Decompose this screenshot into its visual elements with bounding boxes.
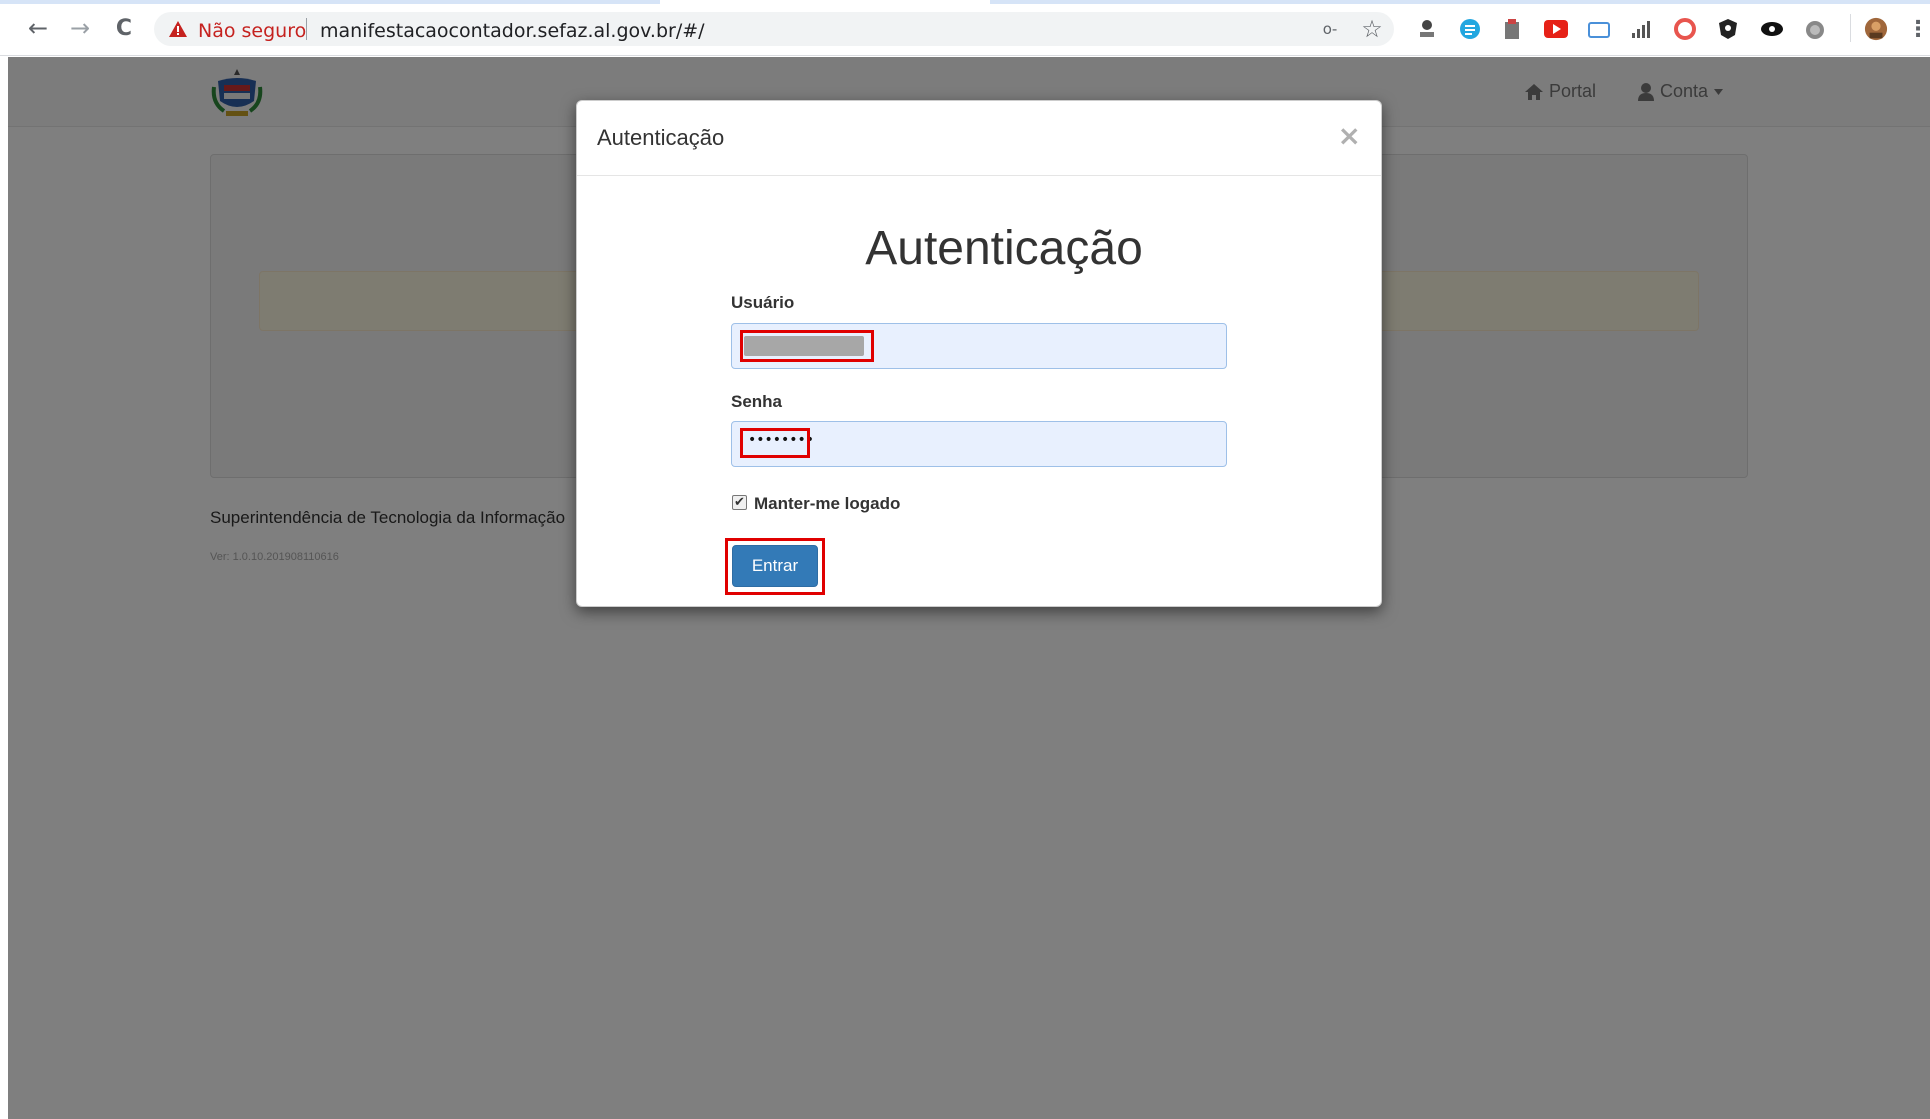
close-icon[interactable]: × xyxy=(1338,119,1361,152)
login-heading: Autenticação xyxy=(865,222,1143,275)
remember-me-checkbox[interactable]: ✔ xyxy=(732,495,747,510)
extension-lifebuoy-icon[interactable] xyxy=(1673,17,1697,41)
username-highlight xyxy=(740,330,874,362)
back-icon[interactable]: ← xyxy=(24,14,52,42)
bookmark-star-icon[interactable]: ☆ xyxy=(1360,15,1384,43)
browser-menu-icon[interactable]: ⋮ xyxy=(1906,17,1930,42)
modal-header: Autenticação × xyxy=(577,101,1381,176)
extension-blue-circle-icon[interactable] xyxy=(1458,17,1482,41)
profile-avatar-icon[interactable] xyxy=(1864,17,1888,41)
warning-icon xyxy=(169,21,187,37)
extension-window-icon[interactable] xyxy=(1587,17,1611,41)
modal-header-title: Autenticação xyxy=(597,125,725,150)
authentication-modal: Autenticação × Autenticação Usuário Senh… xyxy=(576,100,1382,607)
extension-youtube-icon[interactable] xyxy=(1544,17,1568,41)
extension-round-icon[interactable] xyxy=(1803,17,1827,41)
remember-me-label[interactable]: Manter-me logado xyxy=(754,494,900,514)
password-highlight xyxy=(740,428,810,458)
extension-person-icon[interactable] xyxy=(1415,17,1439,41)
extension-eye-icon[interactable] xyxy=(1760,17,1784,41)
tab-strip-edge xyxy=(0,0,660,4)
reload-icon[interactable]: C xyxy=(110,14,138,42)
extension-clipboard-icon[interactable] xyxy=(1500,17,1524,41)
login-submit-button[interactable]: Entrar xyxy=(732,545,818,587)
url-text[interactable]: manifestacaocontador.sefaz.al.gov.br/#/ xyxy=(320,20,705,42)
username-input[interactable] xyxy=(731,323,1227,369)
username-label: Usuário xyxy=(731,293,795,312)
address-separator xyxy=(306,18,307,40)
key-icon[interactable]: o‑ xyxy=(1318,17,1342,41)
tab-strip-edge-right xyxy=(990,0,1930,4)
extension-signal-icon[interactable] xyxy=(1630,17,1654,41)
password-label: Senha xyxy=(731,392,783,411)
security-status-label[interactable]: Não seguro xyxy=(198,20,306,42)
forward-icon[interactable]: → xyxy=(66,14,94,42)
password-input[interactable]: •••••••• xyxy=(731,421,1227,467)
browser-toolbar: ← → C Não seguro manifestacaocontador.se… xyxy=(0,0,1930,56)
toolbar-separator xyxy=(1850,14,1851,42)
extension-shield-icon[interactable] xyxy=(1716,17,1740,41)
